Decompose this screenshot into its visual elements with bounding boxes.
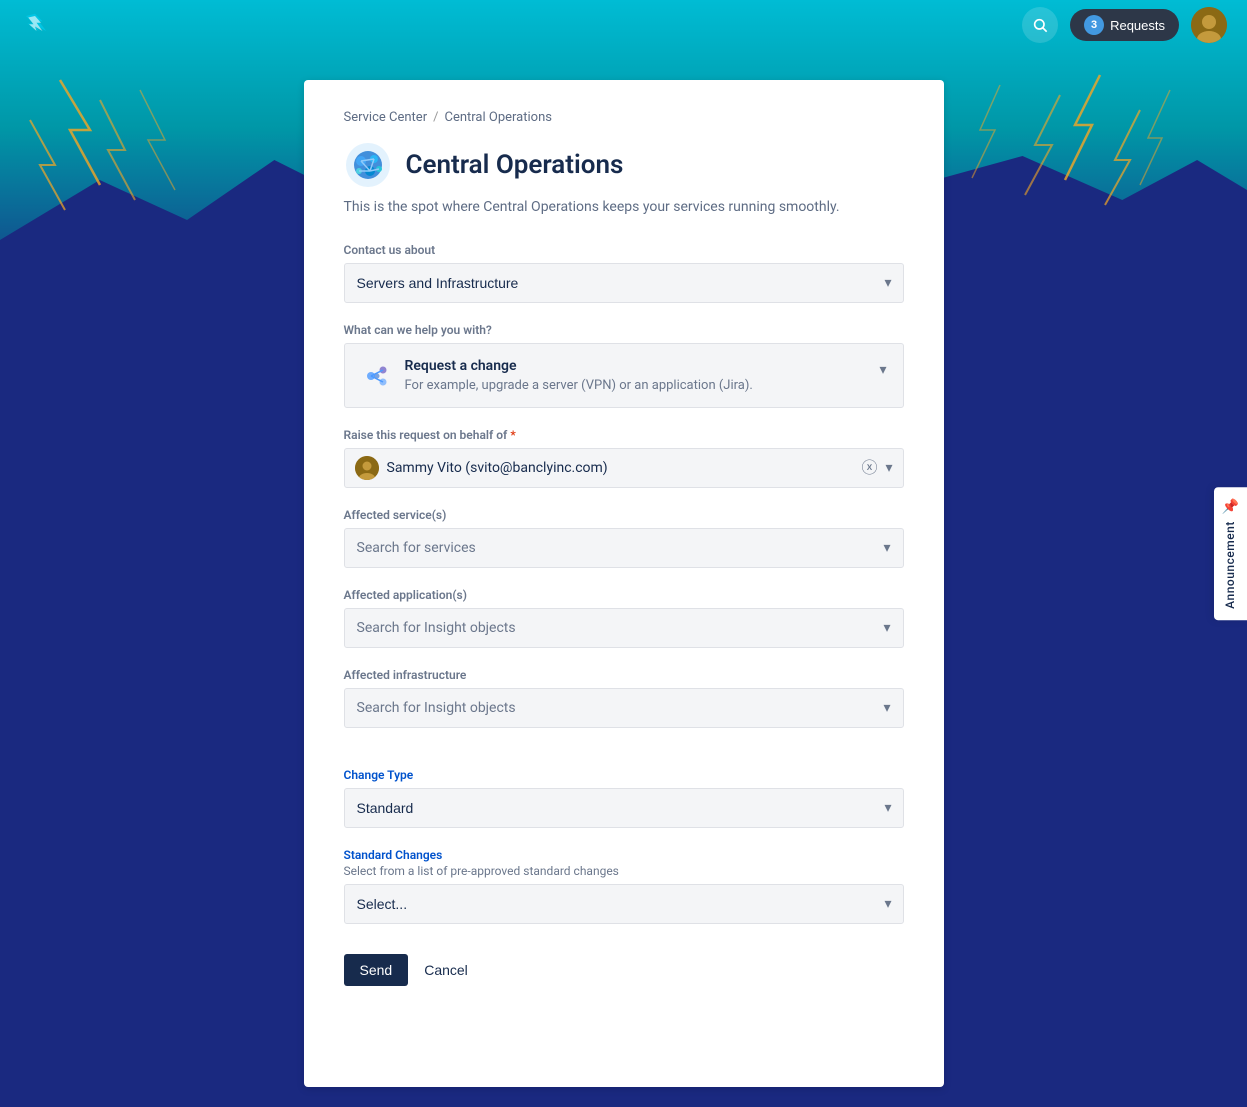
change-type-select[interactable]: Standard Emergency Normal xyxy=(344,788,904,828)
announcement-label: Announcement xyxy=(1223,521,1237,609)
user-avatar[interactable] xyxy=(1191,7,1227,43)
page-title-area: Central Operations xyxy=(344,141,904,189)
affected-applications-section: Affected application(s) Search for Insig… xyxy=(344,588,904,648)
contact-about-select[interactable]: Servers and Infrastructure Software Othe… xyxy=(344,263,904,303)
contact-about-label: Contact us about xyxy=(344,243,904,257)
help-card-chevron-icon: ▾ xyxy=(879,362,886,378)
affected-applications-label: Affected application(s) xyxy=(344,588,904,602)
behalf-section: Raise this request on behalf of * Sammy … xyxy=(344,428,904,488)
standard-changes-desc: Select from a list of pre-approved stand… xyxy=(344,864,904,878)
breadcrumb-parent[interactable]: Service Center xyxy=(344,110,428,125)
page-title: Central Operations xyxy=(406,150,624,180)
affected-infrastructure-select[interactable]: Search for Insight objects ▾ xyxy=(344,688,904,728)
requests-badge: 3 xyxy=(1084,15,1104,35)
form-actions: Send Cancel xyxy=(344,954,904,986)
breadcrumb: Service Center / Central Operations xyxy=(344,110,904,125)
contact-about-section: Contact us about Servers and Infrastruct… xyxy=(344,243,904,303)
behalf-user-name: Sammy Vito (svito@banclyinc.com) xyxy=(387,460,862,476)
affected-infrastructure-placeholder: Search for Insight objects xyxy=(357,700,884,716)
contact-about-wrapper[interactable]: Servers and Infrastructure Software Othe… xyxy=(344,263,904,303)
change-type-wrapper[interactable]: Standard Emergency Normal xyxy=(344,788,904,828)
breadcrumb-current: Central Operations xyxy=(444,110,551,125)
logo[interactable] xyxy=(20,10,50,40)
search-button[interactable] xyxy=(1022,7,1058,43)
standard-changes-wrapper[interactable]: Select... xyxy=(344,884,904,924)
affected-services-placeholder: Search for services xyxy=(357,540,884,556)
announcement-pin-icon: 📌 xyxy=(1222,499,1239,515)
help-label: What can we help you with? xyxy=(344,323,904,337)
form-panel: Service Center / Central Operations xyxy=(304,80,944,1087)
page-description: This is the spot where Central Operation… xyxy=(344,199,904,215)
change-type-section: Change Type Standard Emergency Normal xyxy=(344,768,904,828)
cancel-button[interactable]: Cancel xyxy=(420,954,472,986)
user-select-chevron-icon: ▾ xyxy=(885,460,892,476)
help-card-title: Request a change xyxy=(405,358,753,374)
standard-changes-title: Standard Changes xyxy=(344,848,904,862)
send-button[interactable]: Send xyxy=(344,954,409,986)
clear-user-button[interactable]: ⓧ xyxy=(861,460,877,476)
announcement-tab[interactable]: 📌 Announcement xyxy=(1214,487,1247,621)
affected-infrastructure-label: Affected infrastructure xyxy=(344,668,904,682)
help-card-content: Request a change For example, upgrade a … xyxy=(361,358,753,393)
change-type-label: Change Type xyxy=(344,768,904,782)
affected-applications-chevron-icon: ▾ xyxy=(883,620,890,636)
help-section: What can we help you with? Request a cha… xyxy=(344,323,904,408)
requests-button[interactable]: 3 Requests xyxy=(1070,9,1179,41)
requests-label: Requests xyxy=(1110,18,1165,33)
affected-services-chevron-icon: ▾ xyxy=(883,540,890,556)
behalf-user-avatar xyxy=(355,456,379,480)
affected-infrastructure-section: Affected infrastructure Search for Insig… xyxy=(344,668,904,728)
breadcrumb-separator: / xyxy=(433,110,438,125)
standard-changes-select[interactable]: Select... xyxy=(344,884,904,924)
affected-services-select[interactable]: Search for services ▾ xyxy=(344,528,904,568)
affected-infrastructure-chevron-icon: ▾ xyxy=(883,700,890,716)
help-card[interactable]: Request a change For example, upgrade a … xyxy=(344,343,904,408)
affected-applications-placeholder: Search for Insight objects xyxy=(357,620,884,636)
affected-services-section: Affected service(s) Search for services … xyxy=(344,508,904,568)
affected-services-label: Affected service(s) xyxy=(344,508,904,522)
standard-changes-section: Standard Changes Select from a list of p… xyxy=(344,848,904,924)
behalf-label: Raise this request on behalf of * xyxy=(344,428,904,442)
required-indicator: * xyxy=(510,428,515,442)
help-card-desc: For example, upgrade a server (VPN) or a… xyxy=(405,378,753,393)
affected-applications-select[interactable]: Search for Insight objects ▾ xyxy=(344,608,904,648)
behalf-user-select[interactable]: Sammy Vito (svito@banclyinc.com) ⓧ ▾ xyxy=(344,448,904,488)
